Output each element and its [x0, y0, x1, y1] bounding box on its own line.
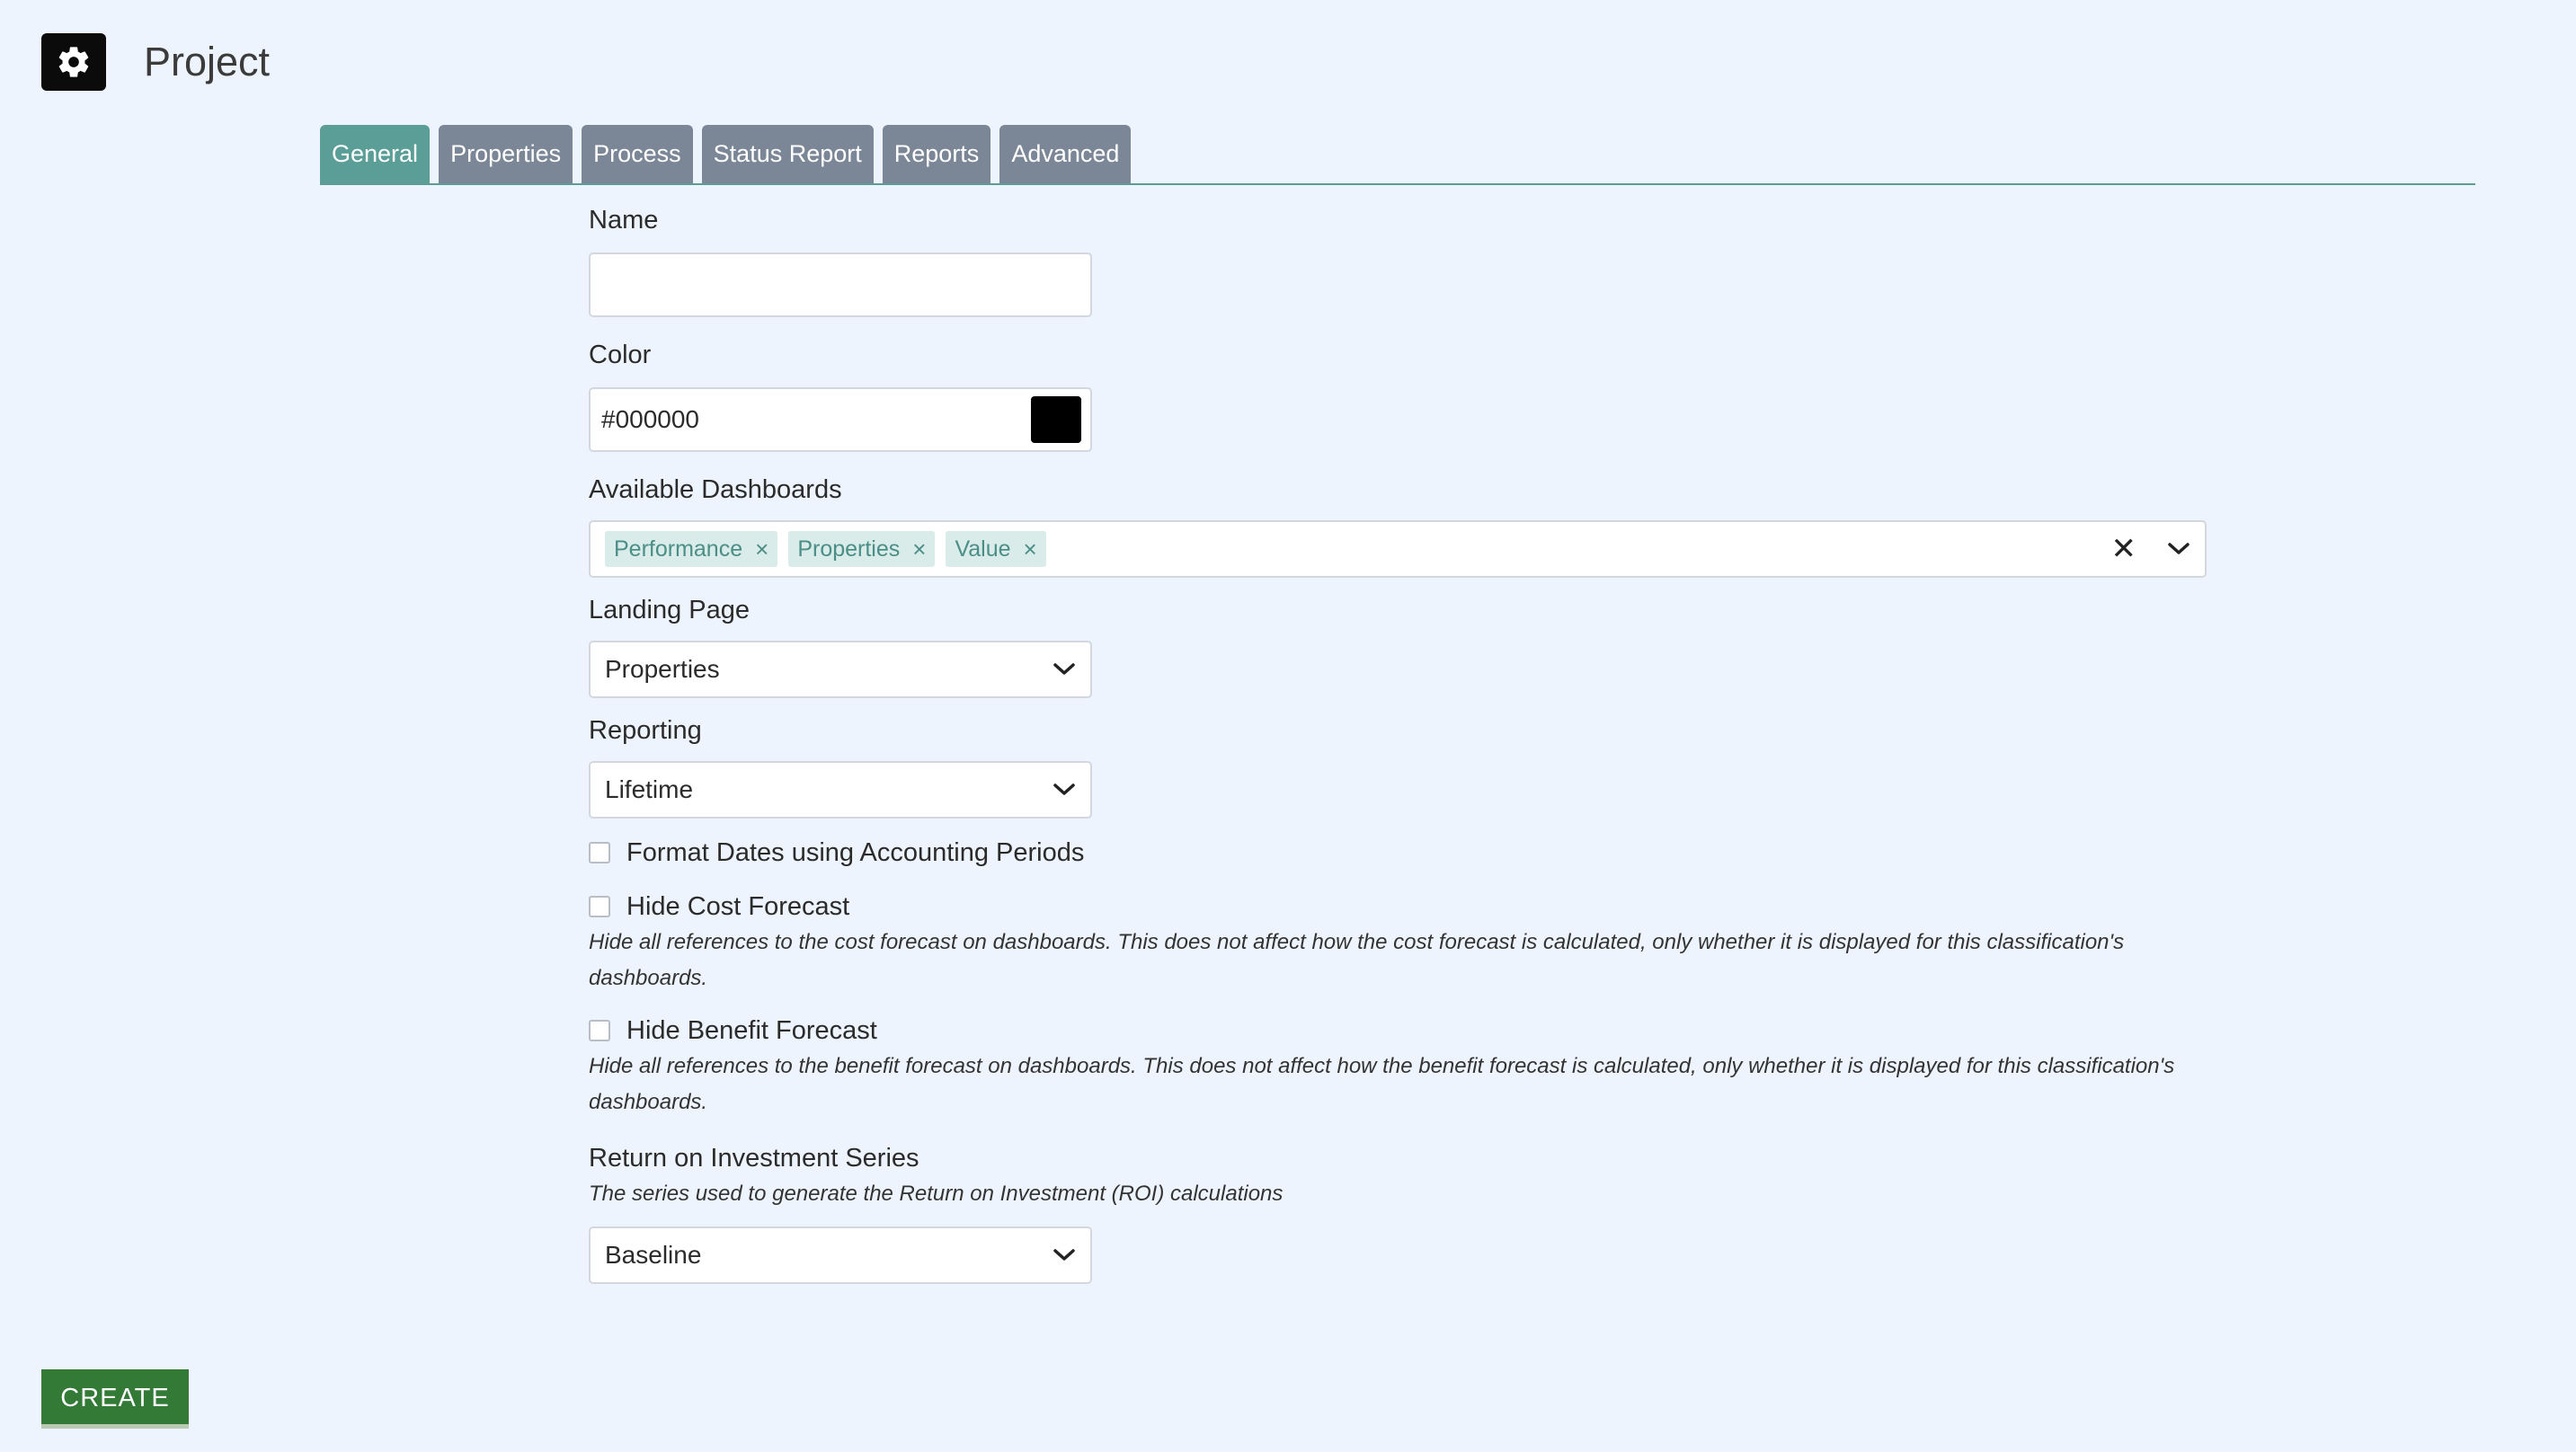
chip-remove-icon[interactable]: ×: [1024, 531, 1037, 567]
hide-cost-checkbox[interactable]: [589, 896, 610, 917]
hide-cost-help: Hide all references to the cost forecast…: [589, 930, 2125, 990]
name-label: Name: [589, 206, 659, 235]
hide-benefit-label: Hide Benefit Forecast: [626, 1015, 877, 1045]
landing-page-value: Properties: [605, 655, 720, 683]
tab-status-report[interactable]: Status Report: [701, 125, 874, 183]
chip-label: Value: [955, 536, 1011, 562]
chip-label: Properties: [797, 536, 901, 562]
available-dashboards-label: Available Dashboards: [589, 475, 842, 504]
hide-cost-label: Hide Cost Forecast: [626, 891, 850, 921]
tab-general[interactable]: General: [320, 125, 431, 183]
available-dashboards-select[interactable]: Performance × Properties × Value × ✕: [589, 520, 2207, 578]
chevron-down-icon: [1053, 662, 1076, 677]
tab-process[interactable]: Process: [582, 125, 693, 183]
clear-all-icon[interactable]: ✕: [2111, 531, 2137, 567]
hide-cost-row: Hide Cost Forecast: [589, 889, 2207, 925]
chevron-down-icon[interactable]: [2167, 542, 2190, 556]
roi-label: Return on Investment Series: [589, 1144, 919, 1173]
page-header: Project: [41, 33, 270, 91]
tab-advanced[interactable]: Advanced: [999, 125, 1132, 183]
gear-icon: [58, 47, 89, 77]
chip-label: Performance: [614, 536, 743, 562]
color-swatch[interactable]: [1031, 396, 1081, 443]
landing-page-label: Landing Page: [589, 596, 750, 624]
project-form: Name Color #000000 Available Dashboards …: [589, 202, 2207, 1284]
format-dates-label: Format Dates using Accounting Periods: [626, 837, 1085, 867]
tab-reports[interactable]: Reports: [882, 125, 991, 183]
chevron-down-icon: [1053, 1248, 1076, 1262]
dashboard-chip-value: Value ×: [946, 531, 1046, 567]
tab-properties[interactable]: Properties: [439, 125, 573, 183]
chip-remove-icon[interactable]: ×: [755, 531, 768, 567]
roi-help: The series used to generate the Return o…: [589, 1182, 1284, 1206]
chevron-down-icon: [1053, 783, 1076, 797]
hide-benefit-row: Hide Benefit Forecast: [589, 1013, 2207, 1049]
settings-button[interactable]: [41, 33, 106, 91]
hide-benefit-help: Hide all references to the benefit forec…: [589, 1054, 2175, 1114]
color-value: #000000: [601, 405, 700, 433]
format-dates-checkbox[interactable]: [589, 842, 610, 863]
color-label: Color: [589, 341, 652, 369]
roi-value: Baseline: [605, 1241, 702, 1269]
tab-bar: General Properties Process Status Report…: [320, 125, 2475, 185]
dashboard-chip-performance: Performance ×: [605, 531, 778, 567]
chip-remove-icon[interactable]: ×: [912, 531, 926, 567]
hide-benefit-checkbox[interactable]: [589, 1020, 610, 1041]
landing-page-select[interactable]: Properties: [589, 641, 1092, 698]
create-button[interactable]: CREATE: [41, 1369, 189, 1429]
name-input[interactable]: [589, 252, 1092, 317]
color-input[interactable]: #000000: [589, 387, 1092, 452]
dashboard-chip-properties: Properties ×: [788, 531, 936, 567]
roi-select[interactable]: Baseline: [589, 1226, 1092, 1284]
reporting-value: Lifetime: [605, 775, 694, 803]
reporting-select[interactable]: Lifetime: [589, 761, 1092, 819]
page-title: Project: [144, 39, 271, 84]
format-dates-row: Format Dates using Accounting Periods: [589, 835, 2207, 871]
reporting-label: Reporting: [589, 716, 702, 745]
